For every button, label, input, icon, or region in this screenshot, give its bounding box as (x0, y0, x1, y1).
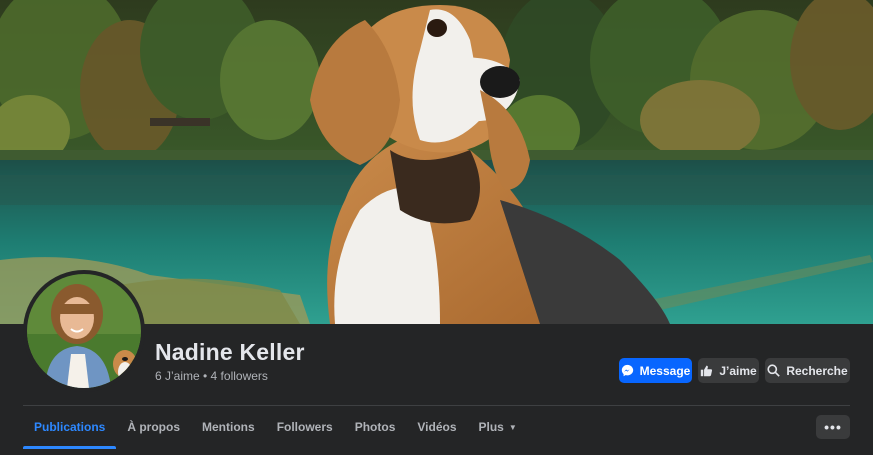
profile-tabs: Publications À propos Mentions Followers… (23, 406, 528, 449)
tab-publications[interactable]: Publications (23, 406, 117, 449)
tab-plus[interactable]: Plus ▼ (468, 406, 528, 448)
cover-photo[interactable] (0, 0, 873, 324)
tab-label: Mentions (202, 420, 255, 434)
tab-label: Photos (354, 420, 396, 434)
tab-mentions[interactable]: Mentions (191, 406, 266, 448)
more-dots-icon: ••• (824, 419, 842, 435)
thumbs-up-icon (700, 364, 713, 377)
message-button[interactable]: Message (619, 358, 692, 383)
tab-photos[interactable]: Photos (344, 406, 407, 448)
tab-label: Plus (478, 420, 504, 434)
profile-page: Nadine Keller 6 J’aime • 4 followers Mes… (0, 0, 873, 455)
tab-followers[interactable]: Followers (266, 406, 344, 448)
search-label: Recherche (786, 363, 848, 378)
tab-label: À propos (127, 420, 181, 434)
profile-name: Nadine Keller (155, 339, 305, 365)
profile-stats[interactable]: 6 J’aime • 4 followers (155, 369, 268, 383)
tab-label: Vidéos (417, 420, 457, 434)
tab-label: Followers (276, 420, 333, 434)
tab-a-propos[interactable]: À propos (116, 406, 191, 448)
like-button[interactable]: J’aime (698, 358, 759, 383)
search-button[interactable]: Recherche (765, 358, 850, 383)
search-icon (767, 364, 781, 377)
message-label: Message (639, 363, 691, 378)
like-label: J’aime (719, 363, 757, 378)
more-options-button[interactable]: ••• (816, 415, 850, 439)
tab-videos[interactable]: Vidéos (406, 406, 467, 448)
caret-down-icon: ▼ (508, 422, 517, 432)
messenger-icon (621, 364, 634, 377)
profile-avatar[interactable] (23, 270, 145, 392)
tab-label: Publications (34, 420, 106, 434)
